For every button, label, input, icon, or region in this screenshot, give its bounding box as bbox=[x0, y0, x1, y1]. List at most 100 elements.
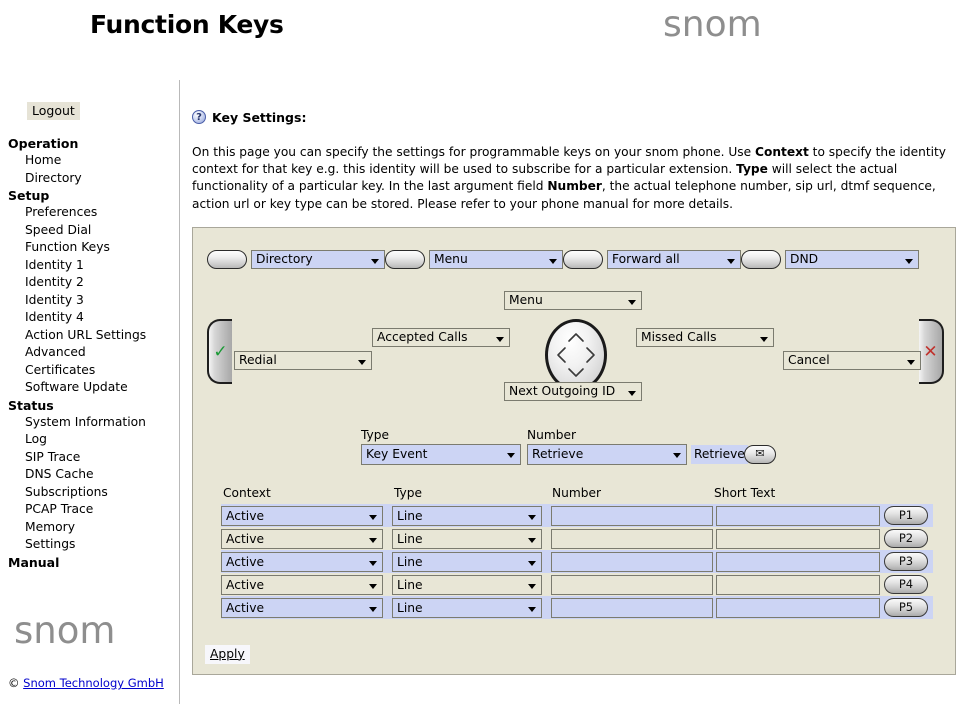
logout-button[interactable]: Logout bbox=[27, 102, 80, 120]
sidebar-item-log[interactable]: Log bbox=[8, 431, 180, 449]
desc-bold-type: Type bbox=[736, 162, 768, 176]
function-key-select-2[interactable]: Menu bbox=[429, 250, 563, 269]
column-header-short-text: Short Text bbox=[714, 486, 775, 500]
sidebar-item-memory[interactable]: Memory bbox=[8, 519, 180, 537]
table-header-row: Context Type Number Short Text bbox=[221, 486, 933, 504]
programmable-key-table: Context Type Number Short Text Active Lin… bbox=[221, 486, 933, 619]
type-select-p3[interactable]: Line bbox=[392, 552, 542, 572]
main-content: ? Key Settings: On this page you can spe… bbox=[192, 110, 972, 675]
type-select-p4[interactable]: Line bbox=[392, 575, 542, 595]
short-text-input-p5[interactable] bbox=[716, 598, 880, 618]
sidebar-item-pcap-trace[interactable]: PCAP Trace bbox=[8, 501, 180, 519]
context-select-p2[interactable]: Active bbox=[221, 529, 383, 549]
top-function-key-row: Directory Menu Forward all DND bbox=[207, 250, 943, 269]
number-input-p5[interactable] bbox=[551, 598, 713, 618]
sidebar-item-action-url-settings[interactable]: Action URL Settings bbox=[8, 327, 180, 345]
sidebar-item-home[interactable]: Home bbox=[8, 152, 180, 170]
context-select-p3[interactable]: Active bbox=[221, 552, 383, 572]
sidebar-item-preferences[interactable]: Preferences bbox=[8, 204, 180, 222]
sidebar-item-directory[interactable]: Directory bbox=[8, 170, 180, 188]
sidebar-item-subscriptions[interactable]: Subscriptions bbox=[8, 484, 180, 502]
sidebar-item-system-information[interactable]: System Information bbox=[8, 414, 180, 432]
table-row: Active Line P3 bbox=[221, 550, 933, 573]
number-select[interactable]: Retrieve bbox=[527, 444, 687, 465]
number-input-p2[interactable] bbox=[551, 529, 713, 549]
sidebar-item-certificates[interactable]: Certificates bbox=[8, 362, 180, 380]
page-header: Function Keys snom bbox=[0, 0, 980, 80]
key-button-p2[interactable]: P2 bbox=[884, 529, 928, 548]
accepted-calls-select[interactable]: Accepted Calls bbox=[372, 328, 510, 347]
type-field-label: Type bbox=[361, 428, 389, 443]
sidebar-item-identity-2[interactable]: Identity 2 bbox=[8, 274, 180, 292]
function-key-select-3[interactable]: Forward all bbox=[607, 250, 741, 269]
section-title: Key Settings: bbox=[212, 110, 306, 125]
envelope-icon[interactable]: ✉ bbox=[744, 445, 776, 464]
number-input-p1[interactable] bbox=[551, 506, 713, 526]
type-select-p1[interactable]: Line bbox=[392, 506, 542, 526]
top-function-key-4: DND bbox=[741, 250, 919, 269]
sidebar-item-function-keys[interactable]: Function Keys bbox=[8, 239, 180, 257]
top-function-key-3: Forward all bbox=[563, 250, 741, 269]
menu-select[interactable]: Menu bbox=[504, 291, 642, 310]
desc-part-1: On this page you can specify the setting… bbox=[192, 145, 755, 159]
snom-logo: snom bbox=[663, 4, 762, 45]
sidebar-item-software-update[interactable]: Software Update bbox=[8, 379, 180, 397]
desc-bold-context: Context bbox=[755, 145, 809, 159]
page-title: Function Keys bbox=[90, 10, 284, 39]
help-icon[interactable]: ? bbox=[192, 110, 206, 124]
key-button-p4[interactable]: P4 bbox=[884, 575, 928, 594]
type-select[interactable]: Key Event bbox=[361, 444, 521, 465]
function-key-select-4[interactable]: DND bbox=[785, 250, 919, 269]
function-key-button-3[interactable] bbox=[563, 250, 603, 269]
section-header: ? Key Settings: bbox=[192, 110, 972, 130]
table-row: Active Line P5 bbox=[221, 596, 933, 619]
number-field-label: Number bbox=[527, 428, 576, 443]
number-input-p4[interactable] bbox=[551, 575, 713, 595]
softkey-cancel-x-icon[interactable]: ✕ bbox=[919, 319, 944, 384]
column-header-type: Type bbox=[394, 486, 422, 500]
type-select-p2[interactable]: Line bbox=[392, 529, 542, 549]
function-key-select-1[interactable]: Directory bbox=[251, 250, 385, 269]
column-header-number: Number bbox=[552, 486, 601, 500]
softkey-confirm-checkmark-icon[interactable]: ✓ bbox=[207, 319, 232, 384]
context-select-p4[interactable]: Active bbox=[221, 575, 383, 595]
table-row: Active Line P4 bbox=[221, 573, 933, 596]
next-outgoing-id-select[interactable]: Next Outgoing ID bbox=[504, 382, 642, 401]
table-row: Active Line P1 bbox=[221, 504, 933, 527]
key-button-p1[interactable]: P1 bbox=[884, 506, 928, 525]
function-key-button-1[interactable] bbox=[207, 250, 247, 269]
cancel-select[interactable]: Cancel bbox=[783, 351, 921, 370]
short-text-input-p1[interactable] bbox=[716, 506, 880, 526]
copyright-link[interactable]: Snom Technology GmbH bbox=[23, 676, 164, 690]
key-button-p3[interactable]: P3 bbox=[884, 552, 928, 571]
apply-button[interactable]: Apply bbox=[205, 645, 250, 664]
function-key-button-2[interactable] bbox=[385, 250, 425, 269]
key-settings-panel: Directory Menu Forward all DND ✓ ✕ Menu Nex… bbox=[192, 227, 956, 675]
sidebar-item-identity-1[interactable]: Identity 1 bbox=[8, 257, 180, 275]
sidebar-nav: OperationHomeDirectorySetupPreferencesSp… bbox=[8, 135, 180, 571]
sidebar-item-identity-3[interactable]: Identity 3 bbox=[8, 292, 180, 310]
column-header-context: Context bbox=[223, 486, 271, 500]
missed-calls-select[interactable]: Missed Calls bbox=[636, 328, 774, 347]
sidebar-item-speed-dial[interactable]: Speed Dial bbox=[8, 222, 180, 240]
retrieve-label: Retrieve bbox=[691, 445, 748, 464]
short-text-input-p4[interactable] bbox=[716, 575, 880, 595]
sidebar-item-settings[interactable]: Settings bbox=[8, 536, 180, 554]
type-select-p5[interactable]: Line bbox=[392, 598, 542, 618]
sidebar-item-sip-trace[interactable]: SIP Trace bbox=[8, 449, 180, 467]
function-key-button-4[interactable] bbox=[741, 250, 781, 269]
short-text-input-p3[interactable] bbox=[716, 552, 880, 572]
key-button-p5[interactable]: P5 bbox=[884, 598, 928, 617]
sidebar-item-dns-cache[interactable]: DNS Cache bbox=[8, 466, 180, 484]
table-body: ActiveLineP1ActiveLineP2ActiveLineP3Acti… bbox=[221, 504, 933, 619]
sidebar-item-advanced[interactable]: Advanced bbox=[8, 344, 180, 362]
context-select-p1[interactable]: Active bbox=[221, 506, 383, 526]
table-row: Active Line P2 bbox=[221, 527, 933, 550]
context-select-p5[interactable]: Active bbox=[221, 598, 383, 618]
short-text-input-p2[interactable] bbox=[716, 529, 880, 549]
redial-select[interactable]: Redial bbox=[234, 351, 372, 370]
number-input-p3[interactable] bbox=[551, 552, 713, 572]
navigation-pad[interactable] bbox=[545, 319, 607, 391]
sidebar-item-identity-4[interactable]: Identity 4 bbox=[8, 309, 180, 327]
sidebar-group-setup: Setup bbox=[8, 187, 180, 204]
